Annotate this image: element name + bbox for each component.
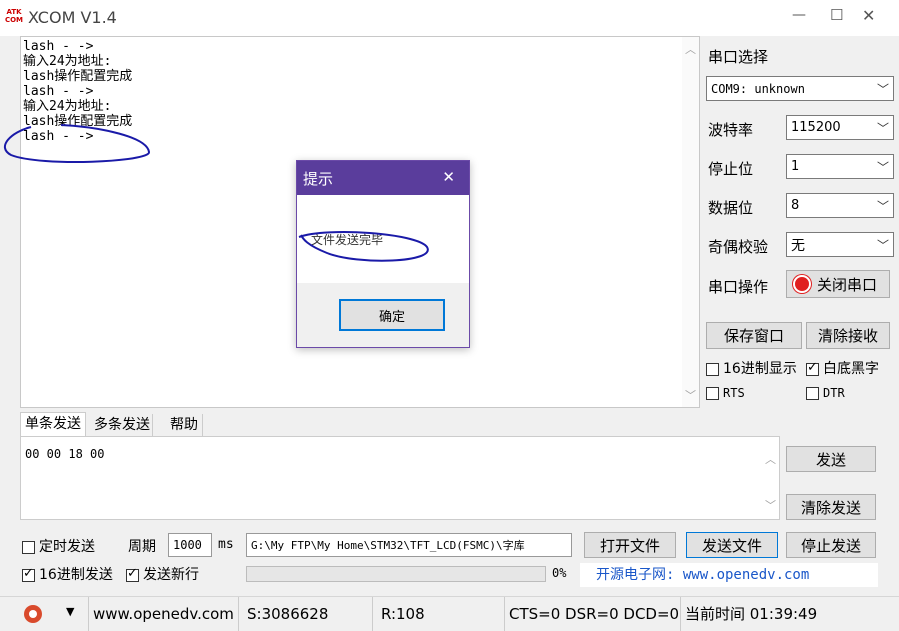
white-black-checkbox[interactable]: 白底黑字 <box>806 358 879 378</box>
tab-help[interactable]: 帮助 <box>166 414 203 436</box>
dialog-close-button[interactable]: ✕ <box>442 168 455 186</box>
app-logo-icon: ATK COM <box>4 8 24 24</box>
receive-line: lash - -> <box>23 39 94 54</box>
send-file-button[interactable]: 发送文件 <box>686 532 778 558</box>
send-progress-bar <box>246 566 546 582</box>
receive-line: lash - -> <box>23 84 94 99</box>
stop-send-button[interactable]: 停止发送 <box>786 532 876 558</box>
status-sent-count: S:3086628 <box>238 597 372 631</box>
port-operation-label: 串口操作 <box>708 278 769 296</box>
parity-label: 奇偶校验 <box>708 238 769 256</box>
rts-checkbox[interactable]: RTS <box>706 386 745 400</box>
parity-select[interactable]: 无 ﹀ <box>786 232 894 257</box>
period-label: 周期 <box>128 539 156 555</box>
stop-bits-value: 1 <box>791 159 800 174</box>
scroll-up-icon[interactable]: ︿ <box>685 41 696 57</box>
receive-line: lash操作配置完成 <box>23 69 133 84</box>
record-icon[interactable] <box>24 605 42 623</box>
receive-line: 输入24为地址: <box>23 99 112 114</box>
website-banner[interactable]: 开源电子网: www.openedv.com <box>580 563 878 587</box>
data-bits-value: 8 <box>791 198 800 213</box>
checkbox-unchecked-icon[interactable] <box>22 540 35 554</box>
stop-bits-label: 停止位 <box>708 160 754 178</box>
maximize-button[interactable]: ☐ <box>830 6 843 24</box>
open-file-button[interactable]: 打开文件 <box>584 532 676 558</box>
baud-value: 115200 <box>791 120 841 135</box>
tab-single-send[interactable]: 单条发送 <box>20 412 86 436</box>
send-text-area[interactable]: 00 00 18 00 ︿ ﹀ <box>20 436 780 520</box>
chevron-down-icon: ﹀ <box>876 160 889 174</box>
hex-send-checkbox[interactable]: 16进制发送 <box>22 564 113 584</box>
dropdown-arrow-icon[interactable]: ▼ <box>66 605 74 618</box>
window-title: XCOM V1.4 <box>28 8 117 27</box>
status-time: 当前时间 01:39:49 <box>680 597 880 631</box>
dialog-title: 提示 <box>303 170 334 188</box>
chevron-down-icon: ﹀ <box>876 82 889 96</box>
chevron-down-icon: ﹀ <box>876 238 889 252</box>
stop-bits-select[interactable]: 1 ﹀ <box>786 154 894 179</box>
chevron-down-icon: ﹀ <box>876 199 889 213</box>
port-status-icon <box>793 275 811 293</box>
data-bits-label: 数据位 <box>708 199 754 217</box>
dialog-ok-button[interactable]: 确定 <box>339 299 445 331</box>
dtr-checkbox[interactable]: DTR <box>806 386 845 400</box>
send-button[interactable]: 发送 <box>786 446 876 472</box>
data-bits-select[interactable]: 8 ﹀ <box>786 193 894 218</box>
status-received-count: R:108 <box>372 597 504 631</box>
clear-send-button[interactable]: 清除发送 <box>786 494 876 520</box>
baud-select[interactable]: 115200 ﹀ <box>786 115 894 140</box>
close-port-label: 关闭串口 <box>817 275 878 294</box>
checkbox-unchecked-icon[interactable] <box>706 362 719 376</box>
checkbox-checked-icon[interactable] <box>22 566 35 582</box>
tab-bar: 单条发送 多条发送 帮助 <box>20 412 700 436</box>
parity-value: 无 <box>791 237 805 254</box>
port-select[interactable]: COM9: unknown ﹀ <box>706 76 894 101</box>
scroll-up-icon[interactable]: ︿ <box>765 451 776 467</box>
period-input[interactable]: 1000 <box>168 533 212 557</box>
checkbox-unchecked-icon[interactable] <box>806 387 819 400</box>
pen-annotation <box>298 231 429 262</box>
scroll-down-icon[interactable]: ﹀ <box>765 497 776 513</box>
scroll-down-icon[interactable]: ﹀ <box>685 387 696 403</box>
progress-percent: 0% <box>552 566 567 580</box>
port-select-label: 串口选择 <box>708 48 769 66</box>
timed-send-checkbox[interactable]: 定时发送 <box>22 536 95 556</box>
hex-display-checkbox[interactable]: 16进制显示 <box>706 358 797 378</box>
send-scrollbar[interactable]: ︿ ﹀ <box>762 437 779 519</box>
checkbox-unchecked-icon[interactable] <box>706 387 719 400</box>
pen-annotation <box>3 124 151 163</box>
send-newline-checkbox[interactable]: 发送新行 <box>126 564 199 584</box>
receive-line: 输入24为地址: <box>23 54 112 69</box>
status-url[interactable]: www.openedv.com <box>88 597 238 631</box>
close-port-button[interactable]: 关闭串口 <box>786 270 890 298</box>
save-window-button[interactable]: 保存窗口 <box>706 322 802 349</box>
chevron-down-icon: ﹀ <box>876 121 889 135</box>
minimize-button[interactable]: — <box>792 7 806 23</box>
message-dialog: 提示 ✕ 文件发送完毕 确定 <box>296 160 470 348</box>
clear-receive-button[interactable]: 清除接收 <box>806 322 890 349</box>
checkbox-checked-icon[interactable] <box>126 566 139 582</box>
dialog-title-bar: 提示 ✕ <box>297 161 469 195</box>
close-window-button[interactable]: ✕ <box>862 6 875 25</box>
status-signals: CTS=0 DSR=0 DCD=0 <box>504 597 680 631</box>
checkbox-checked-icon[interactable] <box>806 360 819 376</box>
ms-label: ms <box>218 537 234 552</box>
status-bar: ▼ www.openedv.com S:3086628 R:108 CTS=0 … <box>0 596 899 631</box>
tab-multi-send[interactable]: 多条发送 <box>92 414 153 436</box>
title-bar: ATK COM XCOM V1.4 — ☐ ✕ <box>0 0 899 36</box>
file-path-input[interactable]: G:\My FTP\My Home\STM32\TFT_LCD(FSMC)\字库 <box>246 533 572 557</box>
receive-scrollbar[interactable]: ︿ ﹀ <box>682 37 699 407</box>
port-select-value: COM9: unknown <box>711 81 805 96</box>
baud-label: 波特率 <box>708 121 754 139</box>
send-content: 00 00 18 00 <box>25 447 105 461</box>
